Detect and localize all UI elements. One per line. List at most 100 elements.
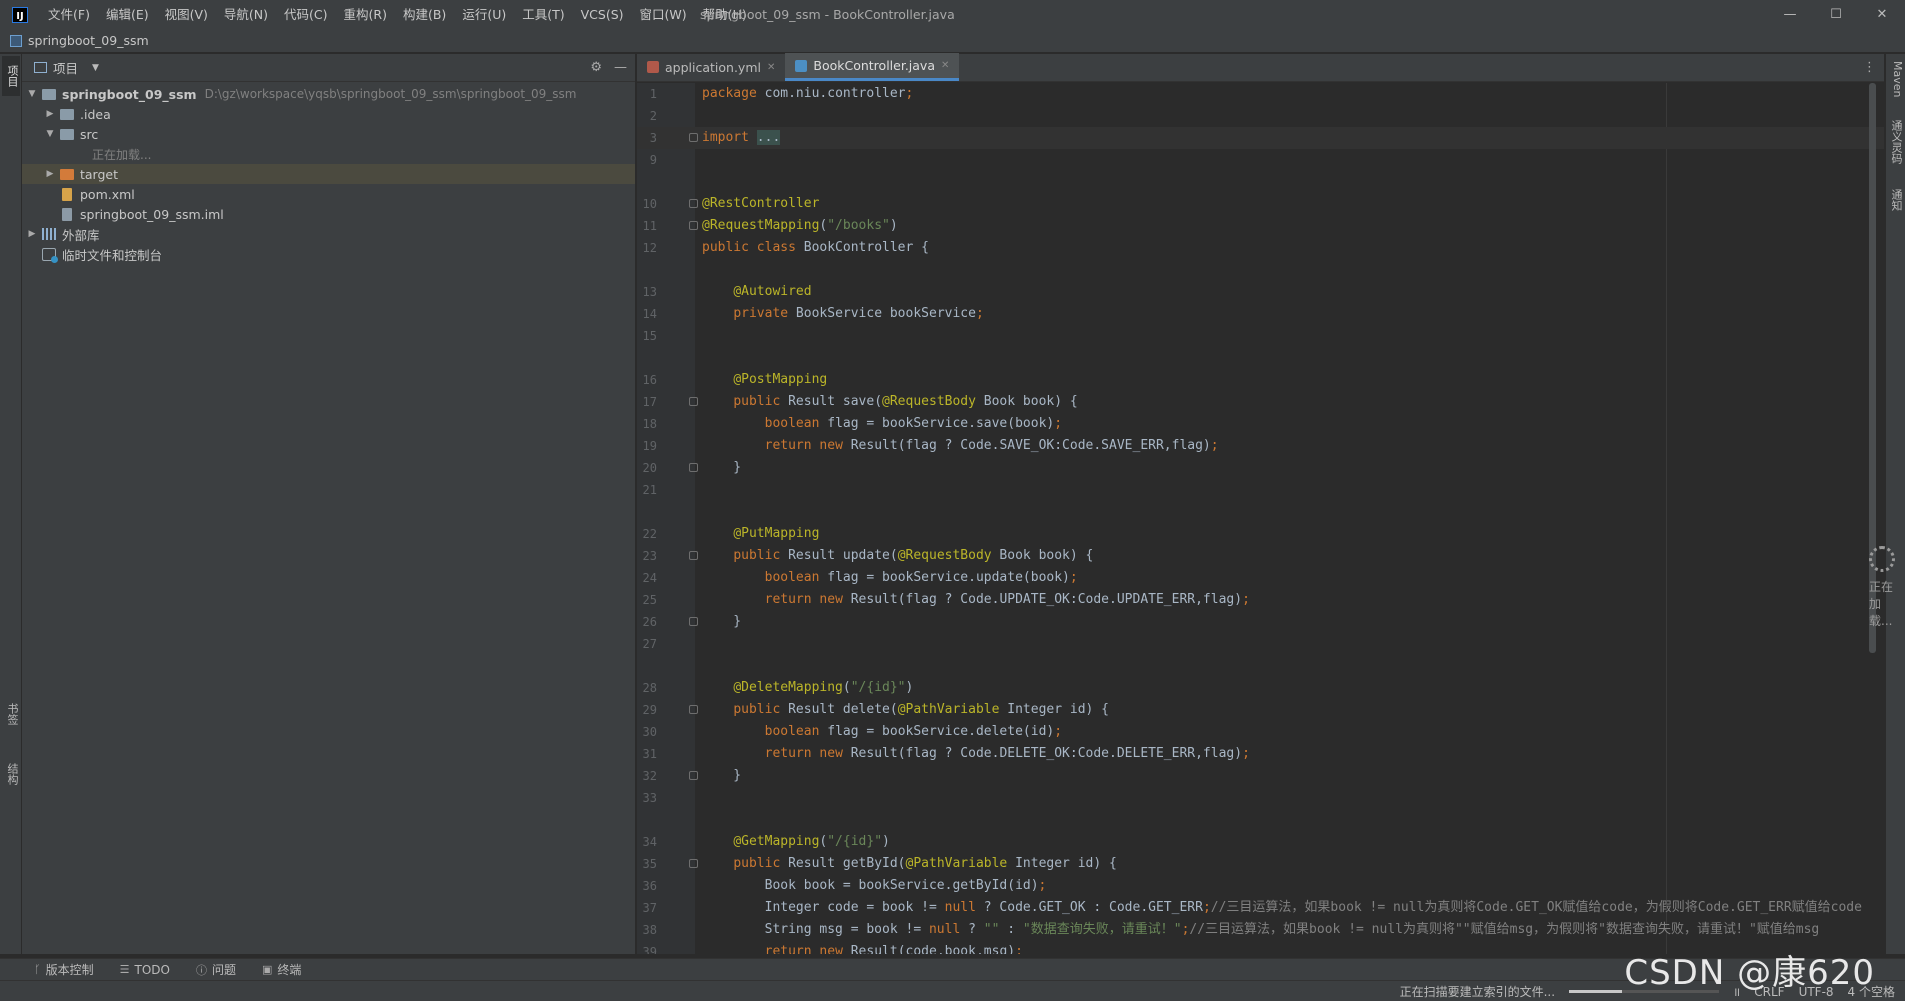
tree-item-target[interactable]: ▶ target [22, 164, 635, 184]
tab-application-yml[interactable]: application.yml ✕ [637, 53, 785, 81]
chevron-down-icon[interactable]: ▼ [26, 89, 38, 99]
menu-navigate[interactable]: 导航(N) [216, 0, 276, 29]
project-icon [10, 34, 22, 47]
tree-item-scratches[interactable]: 临时文件和控制台 [22, 244, 635, 264]
project-panel: 项目 ▼ ⚙ — ▼ springboot_09_ssm D:\gz\works… [22, 54, 636, 954]
tree-item-label: .idea [80, 106, 111, 122]
fold-marker-icon[interactable] [689, 133, 698, 142]
menu-run[interactable]: 运行(U) [454, 0, 514, 29]
project-panel-title[interactable]: 项目 [53, 58, 78, 77]
project-panel-tools: ⚙ — [590, 60, 627, 75]
menu-view[interactable]: 视图(V) [157, 0, 216, 29]
title-bar: IJ 文件(F) 编辑(E) 视图(V) 导航(N) 代码(C) 重构(R) 构… [0, 0, 1905, 29]
menu-vcs[interactable]: VCS(S) [573, 0, 632, 29]
fold-marker-icon[interactable] [689, 771, 698, 780]
code-line: 32 } [642, 768, 742, 783]
fold-marker-icon[interactable] [689, 551, 698, 560]
csdn-watermark: CSDN @康620 [1624, 953, 1875, 993]
tree-item-label: springboot_09_ssm [62, 86, 197, 102]
tree-item-iml[interactable]: springboot_09_ssm.iml [22, 204, 635, 224]
maximize-button[interactable]: ☐ [1813, 0, 1859, 29]
fold-marker-icon[interactable] [689, 397, 698, 406]
code-line: 38 String msg = book != null ? "" : "数据查… [642, 922, 1820, 937]
menu-file[interactable]: 文件(F) [40, 0, 98, 29]
project-panel-header: 项目 ▼ [22, 54, 635, 82]
loading-text: 正在加载... [1869, 580, 1894, 628]
folder-icon [60, 108, 74, 120]
tool-tab-todo[interactable]: ☰ TODO [120, 963, 170, 977]
fold-marker-icon[interactable] [689, 221, 698, 230]
maven-file-icon [62, 187, 72, 201]
code-line: 34 @GetMapping("/{id}") [642, 834, 890, 849]
bottom-tool-bar: ᚴ 版本控制 ☰ TODO ⓘ 问题 ▣ 终端 [0, 958, 1905, 980]
editor: application.yml ✕ BookController.java ✕ … [637, 53, 1895, 954]
tree-item-path: D:\gz\workspace\yqsb\springboot_09_ssm\s… [204, 87, 577, 101]
tool-tab-terminal[interactable]: ▣ 终端 [262, 961, 301, 978]
excluded-folder-icon [60, 168, 74, 180]
library-icon [42, 228, 56, 240]
menu-window[interactable]: 窗口(W) [632, 0, 695, 29]
menu-edit[interactable]: 编辑(E) [98, 0, 157, 29]
indexing-status[interactable]: 正在扫描要建立索引的文件... [1400, 983, 1555, 1000]
code-line: 26 } [642, 614, 742, 629]
tab-bookcontroller-java[interactable]: BookController.java ✕ [785, 53, 960, 81]
tool-tab-maven[interactable]: Maven [1888, 56, 1904, 102]
menu-build[interactable]: 构建(B) [395, 0, 454, 29]
tree-item-label: 正在加载... [92, 147, 152, 162]
code-line: 11 @RequestMapping("/books") [642, 218, 898, 233]
code-line: 9 [649, 153, 657, 167]
chevron-down-icon[interactable]: ▼ [44, 129, 56, 139]
tool-tab-label: 版本控制 [45, 963, 94, 977]
menu-tools[interactable]: 工具(T) [514, 0, 572, 29]
tree-item-pom[interactable]: pom.xml [22, 184, 635, 204]
close-icon[interactable]: ✕ [767, 62, 775, 73]
code-line: 12 public class BookController { [642, 240, 929, 255]
tool-tab-structure[interactable]: 结构 [2, 754, 20, 794]
close-icon[interactable]: ✕ [941, 60, 949, 71]
tool-tab-bookmarks[interactable]: 书签 [2, 694, 20, 734]
code-line: 25 return new Result(flag ? Code.UPDATE_… [642, 592, 1250, 607]
gear-icon[interactable]: ⚙ [590, 60, 602, 75]
close-button[interactable]: ✕ [1859, 0, 1905, 29]
tool-tab-version-control[interactable]: ᚴ 版本控制 [34, 961, 94, 978]
minimize-button[interactable]: — [1767, 0, 1813, 29]
fold-marker-icon[interactable] [689, 463, 698, 472]
tool-tab-problems[interactable]: ⓘ 问题 [196, 961, 236, 978]
tree-item-label: pom.xml [80, 186, 135, 202]
tree-item-label: src [80, 126, 99, 142]
code-area[interactable]: 1 package com.niu.controller; 2 3 import .… [637, 83, 1884, 954]
main-menu: 文件(F) 编辑(E) 视图(V) 导航(N) 代码(C) 重构(R) 构建(B… [40, 0, 755, 29]
tree-item-src[interactable]: ▼ src [22, 124, 635, 144]
chevron-down-icon[interactable]: ▼ [92, 63, 99, 73]
chevron-right-icon[interactable]: ▶ [26, 229, 38, 239]
code-line: 28 @DeleteMapping("/{id}") [642, 680, 914, 695]
menu-refactor[interactable]: 重构(R) [336, 0, 395, 29]
tool-tab-tongyi[interactable]: 通义灵码 [1888, 114, 1904, 170]
hide-panel-icon[interactable]: — [614, 60, 627, 75]
tool-tab-project[interactable]: 项目 [2, 56, 20, 96]
menu-code[interactable]: 代码(C) [276, 0, 335, 29]
tool-tab-label: TODO [134, 962, 170, 977]
tree-item-root[interactable]: ▼ springboot_09_ssm D:\gz\workspace\yqsb… [22, 84, 635, 104]
tab-label: application.yml [665, 59, 761, 75]
fold-marker-icon[interactable] [689, 859, 698, 868]
tool-tab-notifications[interactable]: 通知 [1888, 182, 1904, 218]
code-line: 13 @Autowired [642, 284, 812, 299]
tree-item-idea[interactable]: ▶ .idea [22, 104, 635, 124]
code-line: 23 public Result update(@RequestBody Boo… [642, 548, 1094, 563]
fold-marker-icon[interactable] [689, 705, 698, 714]
tree-item-loading: 正在加载... [22, 144, 635, 164]
fold-marker-icon[interactable] [689, 199, 698, 208]
editor-tabs: application.yml ✕ BookController.java ✕ … [637, 53, 1884, 82]
chevron-right-icon[interactable]: ▶ [44, 109, 56, 119]
code-line: 22 @PutMapping [642, 526, 820, 541]
fold-marker-icon[interactable] [689, 617, 698, 626]
chevron-right-icon[interactable]: ▶ [44, 169, 56, 179]
tab-label: BookController.java [813, 58, 935, 73]
breadcrumb-project[interactable]: springboot_09_ssm [28, 33, 149, 48]
tree-item-external-libs[interactable]: ▶ 外部库 [22, 224, 635, 244]
code-line: 15 [642, 329, 657, 343]
code-line: 24 boolean flag = bookService.update(boo… [642, 570, 1078, 585]
more-tabs-icon[interactable]: ⋮ [1863, 60, 1876, 75]
code-line: 14 private BookService bookService; [642, 306, 984, 321]
